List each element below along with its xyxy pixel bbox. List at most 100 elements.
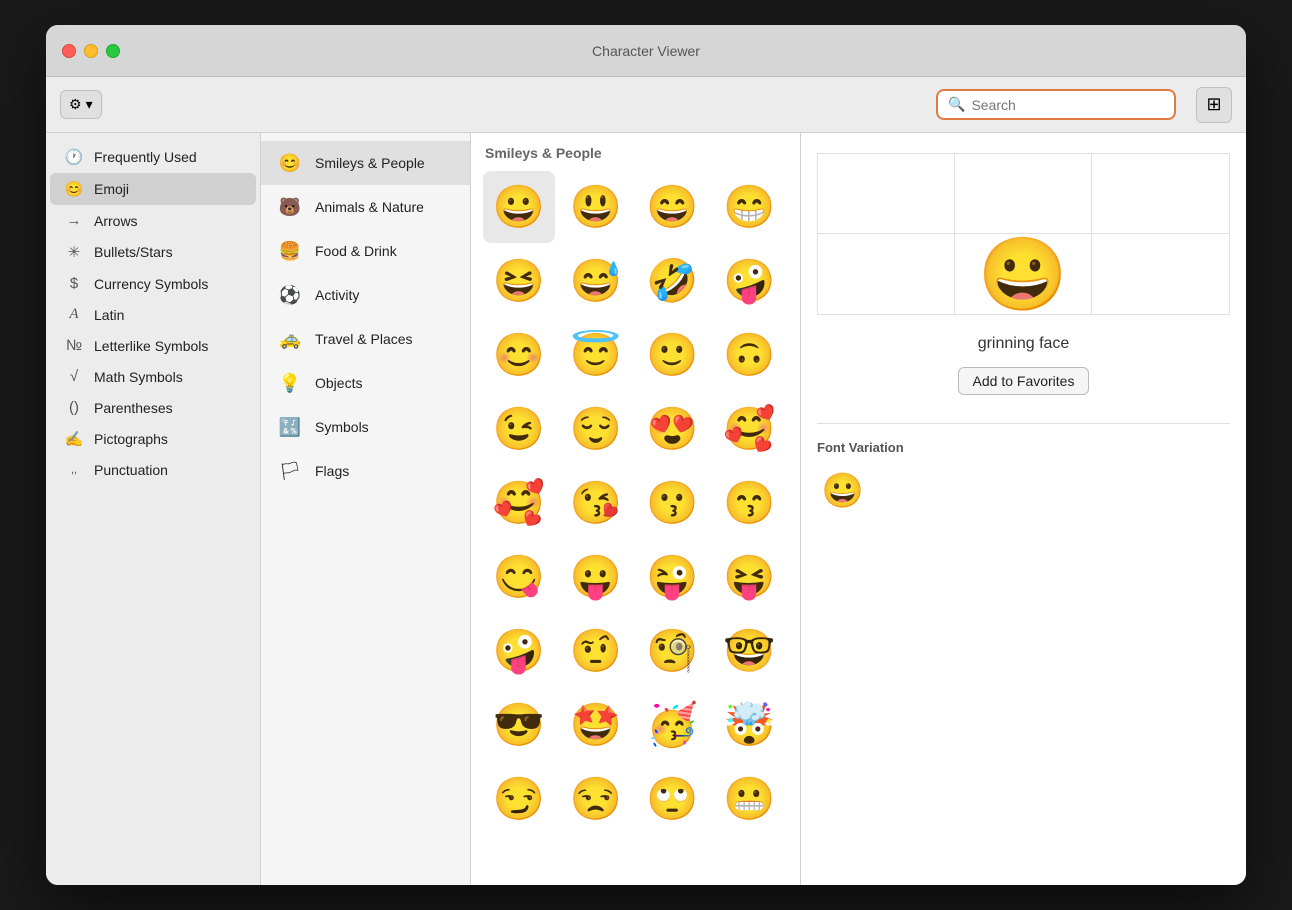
emoji-cell[interactable]: 😄 [637, 171, 709, 243]
character-viewer-window: Character Viewer ⚙ ▾ 🔍 ⊞ 🕐 Frequently Us… [46, 25, 1246, 885]
emoji-cell[interactable]: 😛 [560, 541, 632, 613]
sidebar-item-bullets[interactable]: ✳ Bullets/Stars [50, 236, 256, 268]
emoji-cell[interactable]: 🙂 [637, 319, 709, 391]
gear-icon: ⚙ [69, 96, 82, 113]
emoji-cell[interactable]: 😏 [483, 763, 555, 835]
letterlike-icon: № [64, 337, 84, 354]
grid-view-button[interactable]: ⊞ [1196, 87, 1232, 123]
detail-panel: 😀 grinning face Add to Favorites Font Va… [801, 133, 1246, 885]
emoji-cell[interactable]: 😀 [483, 171, 555, 243]
category-label-animals: Animals & Nature [315, 199, 424, 215]
emoji-cell[interactable]: 🙃 [713, 319, 785, 391]
emoji-cell[interactable]: 😆 [483, 245, 555, 317]
math-icon: √ [64, 368, 84, 385]
emoji-cell[interactable]: 😙 [713, 467, 785, 539]
titlebar: Character Viewer [46, 25, 1246, 77]
emoji-cell[interactable]: 🥰 [713, 393, 785, 465]
emoji-cell[interactable]: 😃 [560, 171, 632, 243]
sidebar: 🕐 Frequently Used 😊 Emoji → Arrows ✳ Bul… [46, 133, 261, 885]
sidebar-label-currency: Currency Symbols [94, 276, 208, 292]
emoji-cell[interactable]: 😒 [560, 763, 632, 835]
window-title: Character Viewer [592, 43, 700, 59]
category-label-objects: Objects [315, 375, 362, 391]
sidebar-item-math[interactable]: √ Math Symbols [50, 361, 256, 392]
category-label-smileys: Smileys & People [315, 155, 425, 171]
parentheses-icon: () [64, 399, 84, 416]
food-icon: 🍔 [277, 238, 303, 264]
emoji-cell[interactable]: 😘 [560, 467, 632, 539]
grid-icon: ⊞ [1206, 94, 1221, 115]
category-label-food: Food & Drink [315, 243, 397, 259]
sidebar-item-punctuation[interactable]: ,, Punctuation [50, 455, 256, 485]
detail-grid-cell [955, 154, 1092, 234]
emoji-cell[interactable]: 🤣 [637, 245, 709, 317]
emoji-cell[interactable]: 🤩 [560, 689, 632, 761]
sidebar-label-math: Math Symbols [94, 369, 183, 385]
detail-grid-cell [818, 154, 955, 234]
category-smileys[interactable]: 😊 Smileys & People [261, 141, 470, 185]
sidebar-item-frequently-used[interactable]: 🕐 Frequently Used [50, 141, 256, 173]
category-animals[interactable]: 🐻 Animals & Nature [261, 185, 470, 229]
emoji-cell[interactable]: 😅 [560, 245, 632, 317]
emoji-cell[interactable]: 😗 [637, 467, 709, 539]
category-label-symbols: Symbols [315, 419, 369, 435]
emoji-cell[interactable]: 😌 [560, 393, 632, 465]
search-input[interactable] [971, 97, 1164, 113]
emoji-cell[interactable]: 🤓 [713, 615, 785, 687]
emoji-cell[interactable]: 😋 [483, 541, 555, 613]
emoji-cell[interactable]: 🙄 [637, 763, 709, 835]
emoji-cell[interactable]: 🧐 [637, 615, 709, 687]
font-variation-title: Font Variation [817, 440, 904, 455]
smileys-icon: 😊 [277, 150, 303, 176]
latin-icon: A [64, 306, 84, 323]
emoji-cell[interactable]: 😁 [713, 171, 785, 243]
emoji-cell[interactable]: 😍 [637, 393, 709, 465]
sidebar-label-letterlike: Letterlike Symbols [94, 338, 208, 354]
font-variation-cell[interactable]: 😀 [817, 465, 869, 517]
arrow-icon: → [64, 212, 84, 229]
category-travel[interactable]: 🚕 Travel & Places [261, 317, 470, 361]
emoji-cell[interactable]: 😜 [637, 541, 709, 613]
flags-icon: 🏳 [277, 458, 303, 484]
detail-grid-cell [818, 234, 955, 314]
emoji-cell[interactable]: 🤯 [713, 689, 785, 761]
emoji-cell[interactable]: 😉 [483, 393, 555, 465]
category-objects[interactable]: 💡 Objects [261, 361, 470, 405]
add-to-favorites-button[interactable]: Add to Favorites [958, 367, 1090, 395]
close-button[interactable] [62, 44, 76, 58]
sidebar-item-arrows[interactable]: → Arrows [50, 205, 256, 236]
sidebar-item-latin[interactable]: A Latin [50, 299, 256, 330]
emoji-cell[interactable]: 😊 [483, 319, 555, 391]
category-food[interactable]: 🍔 Food & Drink [261, 229, 470, 273]
category-symbols[interactable]: 🔣 Symbols [261, 405, 470, 449]
emoji-cell[interactable]: 🥳 [637, 689, 709, 761]
sidebar-item-pictographs[interactable]: ✍ Pictographs [50, 423, 256, 455]
sidebar-item-parentheses[interactable]: () Parentheses [50, 392, 256, 423]
chevron-down-icon: ▾ [86, 96, 93, 113]
emoji-cell[interactable]: 🤪 [483, 615, 555, 687]
activity-icon: ⚽ [277, 282, 303, 308]
sidebar-item-letterlike[interactable]: № Letterlike Symbols [50, 330, 256, 361]
emoji-cell[interactable]: 🥰 [483, 467, 555, 539]
sidebar-item-currency[interactable]: $ Currency Symbols [50, 268, 256, 299]
gear-menu-button[interactable]: ⚙ ▾ [60, 90, 102, 119]
sidebar-item-emoji[interactable]: 😊 Emoji [50, 173, 256, 205]
emoji-grid-title: Smileys & People [483, 145, 788, 161]
category-label-activity: Activity [315, 287, 359, 303]
emoji-cell[interactable]: 😝 [713, 541, 785, 613]
minimize-button[interactable] [84, 44, 98, 58]
emoji-cell[interactable]: 😬 [713, 763, 785, 835]
category-flags[interactable]: 🏳 Flags [261, 449, 470, 493]
main-content: 🕐 Frequently Used 😊 Emoji → Arrows ✳ Bul… [46, 133, 1246, 885]
category-panel: 😊 Smileys & People 🐻 Animals & Nature 🍔 … [261, 133, 471, 885]
detail-grid-cell [1092, 154, 1229, 234]
toolbar: ⚙ ▾ 🔍 ⊞ [46, 77, 1246, 133]
emoji-cell[interactable]: 🤨 [560, 615, 632, 687]
emoji-cell[interactable]: 🤪 [713, 245, 785, 317]
emoji-cell[interactable]: 😇 [560, 319, 632, 391]
sidebar-label-punctuation: Punctuation [94, 462, 168, 478]
category-activity[interactable]: ⚽ Activity [261, 273, 470, 317]
maximize-button[interactable] [106, 44, 120, 58]
emoji-cell[interactable]: 😎 [483, 689, 555, 761]
travel-icon: 🚕 [277, 326, 303, 352]
